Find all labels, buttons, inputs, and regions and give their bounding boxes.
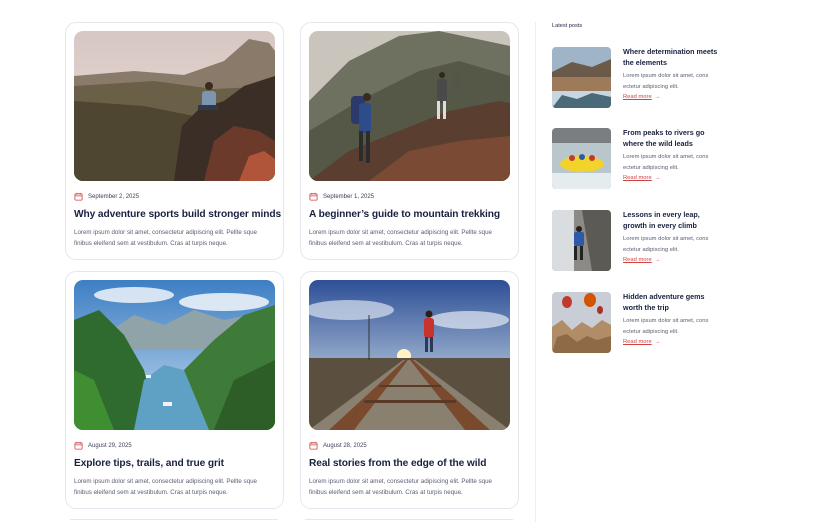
calendar-icon (74, 441, 83, 450)
read-more-link[interactable]: Read more → (623, 339, 660, 345)
post-card[interactable]: August 29, 2025 Explore tips, trails, an… (65, 271, 284, 509)
card-date-text: September 1, 2025 (323, 193, 375, 200)
post-card[interactable]: August 28, 2025 Real stories from the ed… (300, 271, 519, 509)
card-excerpt: Lorem ipsum dolor sit amet, consectetur … (309, 478, 492, 496)
card-date: August 28, 2025 (309, 441, 367, 450)
card-excerpt: Lorem ipsum dolor sit amet, consectetur … (74, 478, 257, 496)
sidebar-post[interactable]: Where determination meets the elements L… (552, 47, 732, 109)
card-image-trekkers[interactable] (309, 31, 510, 181)
sidebar-divider (535, 22, 536, 522)
post-card[interactable]: September 2, 2025 Why adventure sports b… (65, 22, 284, 260)
read-more-link[interactable]: Read more → (623, 94, 660, 100)
sidebar-post-excerpt: Lorem ipsum dolor sit amet, cons ectetur… (623, 73, 709, 90)
sidebar-post-excerpt: Lorem ipsum dolor sit amet, cons ectetur… (623, 236, 709, 253)
sidebar-post-title[interactable]: Hidden adventure gems worth the trip (623, 292, 718, 313)
calendar-icon (309, 192, 318, 201)
card-date-text: August 29, 2025 (88, 442, 132, 449)
card-image-fjord[interactable] (74, 280, 275, 430)
card-date: September 2, 2025 (74, 192, 139, 201)
sidebar-post-title[interactable]: Where determination meets the elements (623, 47, 718, 68)
post-thumbnail[interactable] (552, 47, 611, 108)
post-thumbnail[interactable] (552, 128, 611, 189)
card-title[interactable]: A beginner’s guide to mountain trekking (309, 209, 514, 220)
post-thumbnail[interactable] (552, 210, 611, 271)
arrow-right-icon: → (654, 339, 661, 345)
sidebar-post[interactable]: From peaks to rivers go where the wild l… (552, 128, 732, 190)
read-more-label[interactable]: Read more (623, 94, 652, 100)
card-title[interactable]: Explore tips, trails, and true grit (74, 458, 279, 469)
sidebar-post-title[interactable]: Lessons in every leap, growth in every c… (623, 210, 718, 231)
arrow-right-icon: → (654, 257, 661, 263)
sidebar-post-excerpt: Lorem ipsum dolor sit amet, cons ectetur… (623, 154, 709, 171)
card-title[interactable]: Real stories from the edge of the wild (309, 458, 514, 469)
card-image-mountain-sitter[interactable] (74, 31, 275, 181)
read-more-link[interactable]: Read more → (623, 175, 660, 181)
card-excerpt: Lorem ipsum dolor sit amet, consectetur … (309, 229, 492, 247)
card-date-text: August 28, 2025 (323, 442, 367, 449)
read-more-label[interactable]: Read more (623, 257, 652, 263)
read-more-label[interactable]: Read more (623, 339, 652, 345)
read-more-link[interactable]: Read more → (623, 257, 660, 263)
read-more-label[interactable]: Read more (623, 175, 652, 181)
card-image-railway[interactable] (309, 280, 510, 430)
card-date-text: September 2, 2025 (88, 193, 140, 200)
post-thumbnail[interactable] (552, 292, 611, 353)
post-card[interactable]: September 1, 2025 A beginner’s guide to … (300, 22, 519, 260)
calendar-icon (74, 192, 83, 201)
card-date: September 1, 2025 (309, 192, 374, 201)
sidebar-post-excerpt: Lorem ipsum dolor sit amet, cons ectetur… (623, 318, 709, 335)
sidebar-post-title[interactable]: From peaks to rivers go where the wild l… (623, 128, 718, 149)
card-date: August 29, 2025 (74, 441, 132, 450)
sidebar-post[interactable]: Hidden adventure gems worth the trip Lor… (552, 292, 732, 354)
card-title[interactable]: Why adventure sports build stronger mind… (74, 209, 281, 220)
calendar-icon (309, 441, 318, 450)
arrow-right-icon: → (654, 175, 661, 181)
card-excerpt: Lorem ipsum dolor sit amet, consectetur … (74, 229, 257, 247)
sidebar-post[interactable]: Lessons in every leap, growth in every c… (552, 210, 732, 272)
arrow-right-icon: → (654, 94, 661, 100)
sidebar-heading: Latest posts (552, 23, 583, 29)
